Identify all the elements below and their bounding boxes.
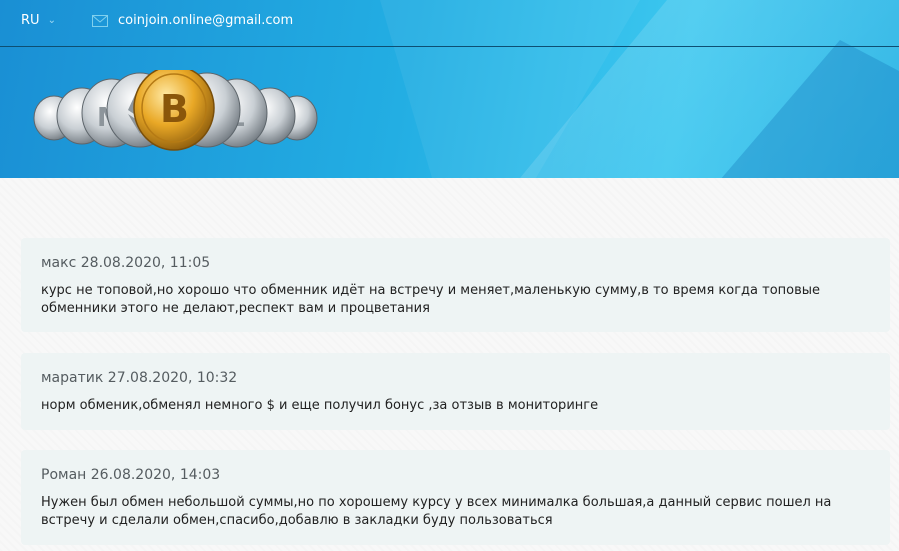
- review-meta: Роман 26.08.2020, 14:03: [41, 466, 870, 484]
- svg-text:B: B: [160, 87, 189, 131]
- review-meta: макс 28.08.2020, 11:05: [41, 254, 870, 272]
- review-card: макс 28.08.2020, 11:05 курс не топовой,н…: [21, 238, 890, 332]
- review-card: Роман 26.08.2020, 14:03 Нужен был обмен …: [21, 450, 890, 545]
- review-author: макс: [41, 255, 77, 271]
- reviews-section: макс 28.08.2020, 11:05 курс не топовой,н…: [0, 178, 899, 551]
- email-link[interactable]: coinjoin.online@gmail.com: [92, 13, 293, 28]
- header-banner: RU ⌄ coinjoin.online@gmail.com B: [0, 0, 899, 178]
- email-address: coinjoin.online@gmail.com: [118, 13, 294, 28]
- review-date: 26.08.2020, 14:03: [90, 467, 221, 483]
- review-author: Роман: [41, 467, 87, 483]
- review-text: курс не топовой,но хорошо что обменник и…: [41, 283, 821, 316]
- top-bar: RU ⌄ coinjoin.online@gmail.com: [0, 0, 899, 47]
- crypto-coins-logo[interactable]: M Ł B: [32, 70, 332, 154]
- review-text: норм обменик,обменял немного $ и еще пол…: [41, 398, 599, 413]
- mail-icon: [92, 14, 108, 27]
- language-label: RU: [21, 13, 40, 28]
- review-card: маратик 27.08.2020, 10:32 норм обменик,о…: [21, 353, 890, 430]
- chevron-down-icon: ⌄: [47, 15, 56, 26]
- review-text: Нужен был обмен небольшой суммы,но по хо…: [41, 495, 832, 528]
- review-author: маратик: [41, 370, 104, 386]
- review-meta: маратик 27.08.2020, 10:32: [41, 369, 870, 387]
- review-date: 28.08.2020, 11:05: [80, 255, 211, 271]
- review-date: 27.08.2020, 10:32: [107, 370, 238, 386]
- language-selector[interactable]: RU ⌄: [21, 13, 56, 28]
